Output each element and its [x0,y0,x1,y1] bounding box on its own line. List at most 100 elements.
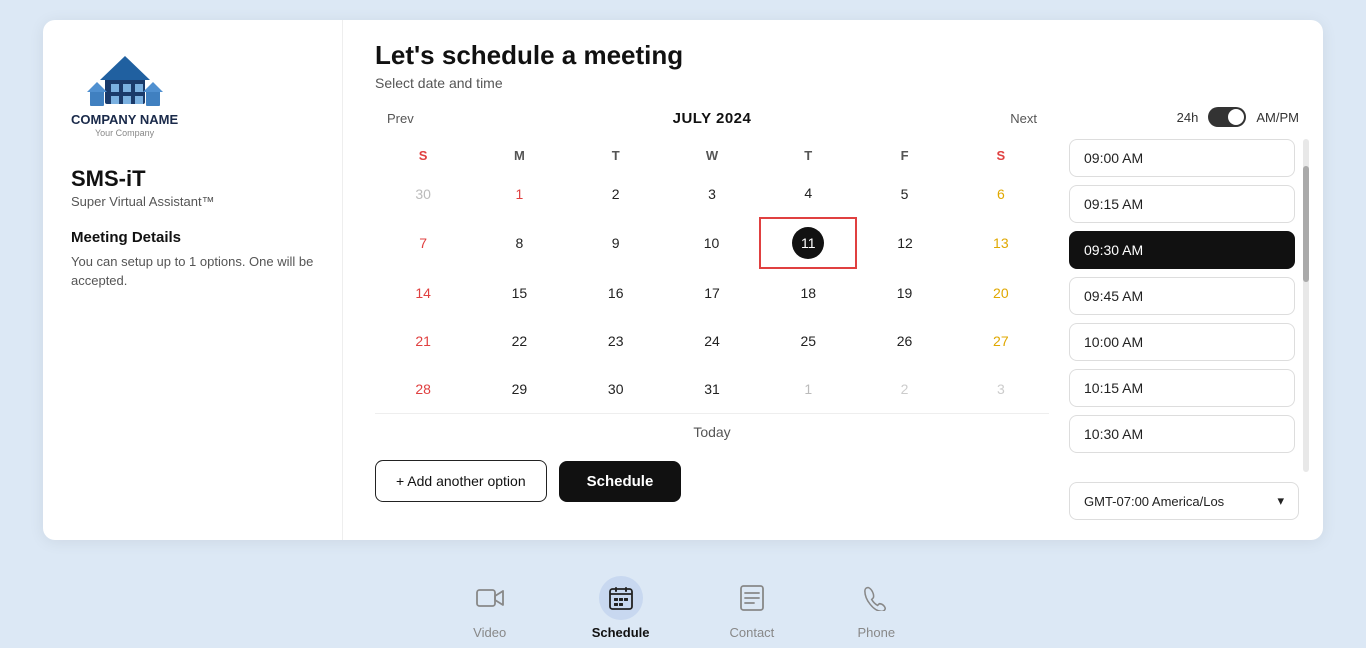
calendar-day[interactable]: 4 [760,169,856,218]
actions-row: + Add another option Schedule [375,460,1049,502]
meeting-details-desc: You can setup up to 1 options. One will … [71,252,314,291]
calendar-day[interactable]: 2 [856,365,952,414]
calendar-day[interactable]: 3 [664,169,760,218]
calendar-day[interactable]: 27 [953,317,1049,365]
time-slots-wrapper: 09:00 AM 09:15 AM 09:30 AM 09:45 AM 10:0… [1069,139,1299,472]
nav-phone-label: Phone [858,625,896,640]
calendar-row: 7 8 9 10 11 12 13 [375,218,1049,268]
time-ampm-label: AM/PM [1256,110,1299,125]
time-slot-1030[interactable]: 10:30 AM [1069,415,1295,453]
calendar-day[interactable]: 30 [568,365,664,414]
today-label[interactable]: Today [375,414,1049,445]
time-24h-label: 24h [1177,110,1199,125]
calendar-day[interactable]: 19 [856,268,952,317]
sidebar: COMPANY NAME Your Company SMS-iT Super V… [43,20,343,540]
calendar-day[interactable]: 10 [664,218,760,268]
calendar-row: 30 1 2 3 4 5 6 [375,169,1049,218]
time-slot-0900[interactable]: 09:00 AM [1069,139,1295,177]
calendar-day[interactable]: 9 [568,218,664,268]
calendar-row: 28 29 30 31 1 2 3 [375,365,1049,414]
calendar-day[interactable]: 17 [664,268,760,317]
calendar-day[interactable]: 6 [953,169,1049,218]
calendar-row: 21 22 23 24 25 26 27 [375,317,1049,365]
main-content: Let's schedule a meeting Select date and… [343,20,1323,540]
today-row: Today [375,414,1049,445]
meeting-details-title: Meeting Details [71,229,314,246]
scrollbar-track [1303,139,1309,472]
calendar-day[interactable]: 15 [471,268,567,317]
calendar-day[interactable]: 12 [856,218,952,268]
chevron-down-icon: ▾ [1277,493,1284,509]
col-sunday: S [375,142,471,169]
next-month-button[interactable]: Next [1002,107,1045,130]
phone-icon [854,576,898,620]
calendar-day[interactable]: 14 [375,268,471,317]
schedule-button[interactable]: Schedule [559,461,682,502]
calendar-day[interactable]: 2 [568,169,664,218]
time-slot-1000[interactable]: 10:00 AM [1069,323,1295,361]
nav-item-contact[interactable]: Contact [729,576,774,640]
prev-month-button[interactable]: Prev [379,107,422,130]
calendar-day[interactable]: 13 [953,218,1049,268]
time-slots-list: 09:00 AM 09:15 AM 09:30 AM 09:45 AM 10:0… [1069,139,1299,459]
calendar-day[interactable]: 26 [856,317,952,365]
time-slot-0915[interactable]: 09:15 AM [1069,185,1295,223]
app-subtitle-label: Super Virtual Assistant™ [71,194,314,209]
calendar-day[interactable]: 21 [375,317,471,365]
time-slot-0945[interactable]: 09:45 AM [1069,277,1295,315]
calendar-day[interactable]: 5 [856,169,952,218]
nav-schedule-label: Schedule [592,625,650,640]
bottom-nav: Video Schedule [43,560,1323,648]
calendar-grid: S M T W T F S 30 [375,142,1049,444]
logo-area: COMPANY NAME Your Company [71,48,314,138]
nav-item-video[interactable]: Video [468,576,512,640]
schedule-icon [599,576,643,620]
calendar-day[interactable]: 3 [953,365,1049,414]
col-saturday: S [953,142,1049,169]
calendar-day[interactable]: 30 [375,169,471,218]
calendar-section: Prev JULY 2024 Next S M T W T [375,107,1049,520]
month-label: JULY 2024 [673,110,752,127]
calendar-day[interactable]: 18 [760,268,856,317]
video-icon [468,576,512,620]
time-slot-1015[interactable]: 10:15 AM [1069,369,1295,407]
nav-item-schedule[interactable]: Schedule [592,576,650,640]
timezone-dropdown[interactable]: GMT-07:00 America/Los ▾ [1069,482,1299,520]
calendar-day[interactable]: 16 [568,268,664,317]
main-container: COMPANY NAME Your Company SMS-iT Super V… [0,0,1366,648]
time-format-toggle[interactable] [1208,107,1246,127]
card: COMPANY NAME Your Company SMS-iT Super V… [43,20,1323,540]
calendar-day[interactable]: 24 [664,317,760,365]
time-slot-0930[interactable]: 09:30 AM [1069,231,1295,269]
calendar-day[interactable]: 1 [471,169,567,218]
calendar-day[interactable]: 7 [375,218,471,268]
calendar-day[interactable]: 28 [375,365,471,414]
time-header: 24h AM/PM [1069,107,1299,127]
nav-contact-label: Contact [729,625,774,640]
col-thursday: T [760,142,856,169]
calendar-day-selected[interactable]: 11 [760,218,856,268]
col-wednesday: W [664,142,760,169]
add-option-button[interactable]: + Add another option [375,460,547,502]
calendar-day[interactable]: 1 [760,365,856,414]
nav-video-label: Video [473,625,506,640]
time-section: 24h AM/PM 09:00 AM 09:15 AM 09:30 AM 09:… [1069,107,1299,520]
calendar-day[interactable]: 29 [471,365,567,414]
calendar-day[interactable]: 8 [471,218,567,268]
col-friday: F [856,142,952,169]
nav-item-phone[interactable]: Phone [854,576,898,640]
calendar-row: 14 15 16 17 18 19 20 [375,268,1049,317]
calendar-time-wrapper: Prev JULY 2024 Next S M T W T [375,107,1299,520]
calendar-day[interactable]: 23 [568,317,664,365]
calendar-nav: Prev JULY 2024 Next [375,107,1049,130]
calendar-day[interactable]: 25 [760,317,856,365]
calendar-day[interactable]: 31 [664,365,760,414]
col-monday: M [471,142,567,169]
logo-wrapper: COMPANY NAME Your Company [71,48,178,138]
calendar-header-row: S M T W T F S [375,142,1049,169]
contact-icon [730,576,774,620]
company-name-label: COMPANY NAME [71,112,178,128]
scrollbar-thumb [1303,166,1309,283]
calendar-day[interactable]: 22 [471,317,567,365]
calendar-day[interactable]: 20 [953,268,1049,317]
